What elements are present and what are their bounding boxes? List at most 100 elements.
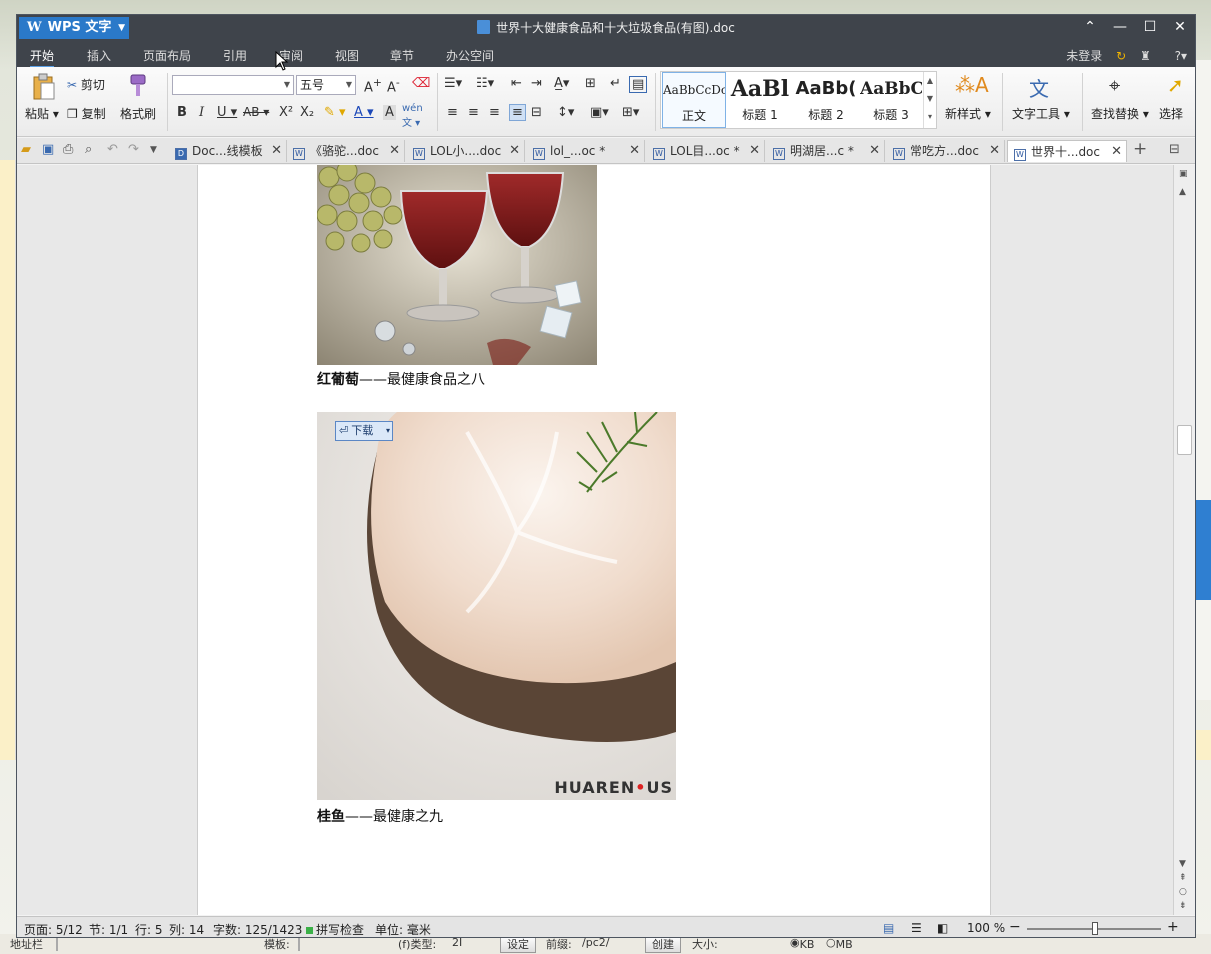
close-tab-icon[interactable]: ✕ <box>271 140 282 162</box>
close-tab-icon[interactable]: ✕ <box>749 140 760 162</box>
document-tab[interactable]: W 常吃方...doc ✕ <box>887 140 1005 162</box>
close-tab-icon[interactable]: ✕ <box>629 140 640 162</box>
phonetic-guide-icon[interactable]: wén 文 ▾ <box>402 103 423 129</box>
select-browse-object-icon[interactable]: ○ <box>1179 887 1187 897</box>
page-indicator[interactable]: 页面: 5/12 <box>24 921 83 937</box>
style-heading-1[interactable]: AaBl 标题 1 <box>728 72 792 128</box>
style-normal[interactable]: AaBbCcDc 正文 <box>662 72 726 128</box>
new-style-icon[interactable]: ⁂A <box>955 73 989 97</box>
help-button[interactable]: ?▾ <box>1165 49 1187 63</box>
highlight-icon[interactable]: ✎ ▾ <box>324 105 346 120</box>
print-icon[interactable]: ⎙ <box>63 142 73 157</box>
vertical-scrollbar[interactable]: ▣ ▲ ▼ ⇞ ○ ⇟ <box>1173 165 1195 915</box>
page-view-icon[interactable]: ▤ <box>883 921 894 935</box>
zoom-in-icon[interactable]: + <box>1167 919 1179 935</box>
scroll-thumb[interactable] <box>1177 425 1192 455</box>
style-heading-3[interactable]: AaBbC 标题 3 <box>860 72 922 128</box>
bold-icon[interactable]: B <box>177 105 187 120</box>
print-preview-icon[interactable]: ⌕ <box>85 142 92 157</box>
text-tools-icon[interactable]: 文 <box>1029 73 1049 102</box>
zoom-slider-thumb[interactable] <box>1092 922 1098 935</box>
maximize-button[interactable]: ☐ <box>1135 15 1165 39</box>
shrink-font-icon[interactable]: A- <box>387 76 400 95</box>
document-tab[interactable]: W LOL目...oc * ✕ <box>647 140 765 162</box>
paragraph-mark-icon[interactable]: ↵ <box>610 76 621 91</box>
document-tab[interactable]: D Doc...线模板 ✕ <box>169 140 287 162</box>
document-tab-active[interactable]: W 世界十...doc ✕ <box>1007 140 1127 162</box>
new-style-button[interactable]: 新样式 ▾ <box>945 105 991 122</box>
prev-page-icon[interactable]: ⇞ <box>1179 873 1187 883</box>
collapse-ribbon-button[interactable]: ⌃ <box>1075 15 1105 39</box>
redo-icon[interactable]: ↷ <box>128 142 139 157</box>
paste-icon[interactable] <box>31 73 57 104</box>
word-count[interactable]: 字数: 125/1423 <box>213 921 302 937</box>
paste-button[interactable]: 粘贴 ▾ <box>25 105 59 122</box>
justify-icon[interactable]: ≡ <box>509 104 526 121</box>
font-color-icon[interactable]: A ▾ <box>354 105 374 120</box>
table-grid-icon[interactable]: ⊞ <box>585 76 596 91</box>
new-tab-icon[interactable]: + <box>1133 139 1147 159</box>
numbering-icon[interactable]: ☷▾ <box>476 76 494 91</box>
next-page-icon[interactable]: ⇟ <box>1179 901 1187 911</box>
shading-icon[interactable]: ▣▾ <box>590 105 609 120</box>
zoom-level[interactable]: 100 % <box>967 921 1005 935</box>
style-scroll[interactable]: ▲ ▼ ▾ <box>923 72 936 128</box>
undo-icon[interactable]: ↶ <box>107 142 118 157</box>
distribute-icon[interactable]: ⊟ <box>531 105 542 120</box>
align-right-icon[interactable]: ≡ <box>489 105 500 120</box>
underline-icon[interactable]: U ▾ <box>217 105 237 120</box>
font-name-select[interactable]: ▼ <box>172 75 294 95</box>
web-view-icon[interactable]: ◧ <box>937 921 948 935</box>
format-painter-icon[interactable] <box>125 73 149 102</box>
clear-format-icon[interactable]: ⌫ <box>412 76 430 91</box>
tab-office-space[interactable]: 办公空间 <box>446 47 494 64</box>
skin-icon[interactable]: ♜ <box>1140 49 1151 63</box>
cut-button[interactable]: ✂ 剪切 <box>67 76 105 93</box>
tab-page-layout[interactable]: 页面布局 <box>143 47 191 64</box>
outline-view-icon[interactable]: ☰ <box>911 921 922 935</box>
scroll-top-icon[interactable]: ▣ <box>1179 169 1188 179</box>
spell-check-toggle[interactable]: 拼写检查 <box>306 921 364 937</box>
find-replace-button[interactable]: 查找替换 ▾ <box>1091 105 1149 122</box>
select-cursor-icon[interactable]: ➚ <box>1167 73 1184 97</box>
close-tab-icon[interactable]: ✕ <box>1111 141 1122 162</box>
image-download-button[interactable]: ⏎ 下载 ▾ <box>335 421 393 441</box>
unit-indicator[interactable]: 单位: 毫米 <box>375 921 431 937</box>
line-spacing-icon[interactable]: ↕▾ <box>557 105 574 120</box>
open-folder-icon[interactable]: ▰ <box>21 142 31 157</box>
strikethrough-icon[interactable]: AB ▾ <box>243 105 269 119</box>
tab-references[interactable]: 引用 <box>223 47 247 64</box>
font-size-select[interactable]: 五号 ▼ <box>296 75 356 95</box>
close-tab-icon[interactable]: ✕ <box>989 140 1000 162</box>
save-icon[interactable]: ▣ <box>42 142 54 157</box>
decrease-indent-icon[interactable]: ⇤ <box>511 76 522 91</box>
document-tab[interactable]: Wlol_...oc * ✕ <box>527 140 645 162</box>
document-tab[interactable]: W 《骆驼...doc ✕ <box>287 140 405 162</box>
borders-icon[interactable]: ⊞▾ <box>622 105 639 120</box>
text-tools-button[interactable]: 文字工具 ▾ <box>1012 105 1070 122</box>
scroll-down-icon[interactable]: ▼ <box>1179 859 1186 869</box>
close-tab-icon[interactable]: ✕ <box>869 140 880 162</box>
binoculars-icon[interactable]: ⌖ <box>1109 73 1120 97</box>
style-heading-2[interactable]: AaBb(标题 2 <box>794 72 858 128</box>
zoom-out-icon[interactable]: − <box>1009 919 1021 935</box>
copy-button[interactable]: ❐ 复制 <box>67 105 106 122</box>
document-tab[interactable]: W 明湖居...c * ✕ <box>767 140 885 162</box>
login-link[interactable]: 未登录 <box>1066 49 1102 63</box>
tab-start[interactable]: 开始 <box>30 47 55 68</box>
superscript-icon[interactable]: X² <box>279 105 293 120</box>
align-center-icon[interactable]: ≡ <box>468 105 479 120</box>
select-button[interactable]: 选择 <box>1159 105 1183 122</box>
format-painter-button[interactable]: 格式刷 <box>120 105 156 122</box>
tab-list-icon[interactable]: ⊟ <box>1169 142 1180 157</box>
grow-font-icon[interactable]: A+ <box>364 76 382 95</box>
tab-view[interactable]: 视图 <box>335 47 359 64</box>
close-button[interactable]: ✕ <box>1165 15 1195 39</box>
align-left-icon[interactable]: ≡ <box>447 105 458 120</box>
quick-access-dropdown-icon[interactable]: ▼ <box>150 145 157 155</box>
close-tab-icon[interactable]: ✕ <box>509 140 520 162</box>
show-marks-icon[interactable]: ▤ <box>629 76 648 93</box>
document-tab[interactable]: W LOL小....doc ✕ <box>407 140 525 162</box>
increase-indent-icon[interactable]: ⇥ <box>531 76 542 91</box>
italic-icon[interactable]: I <box>199 105 204 120</box>
